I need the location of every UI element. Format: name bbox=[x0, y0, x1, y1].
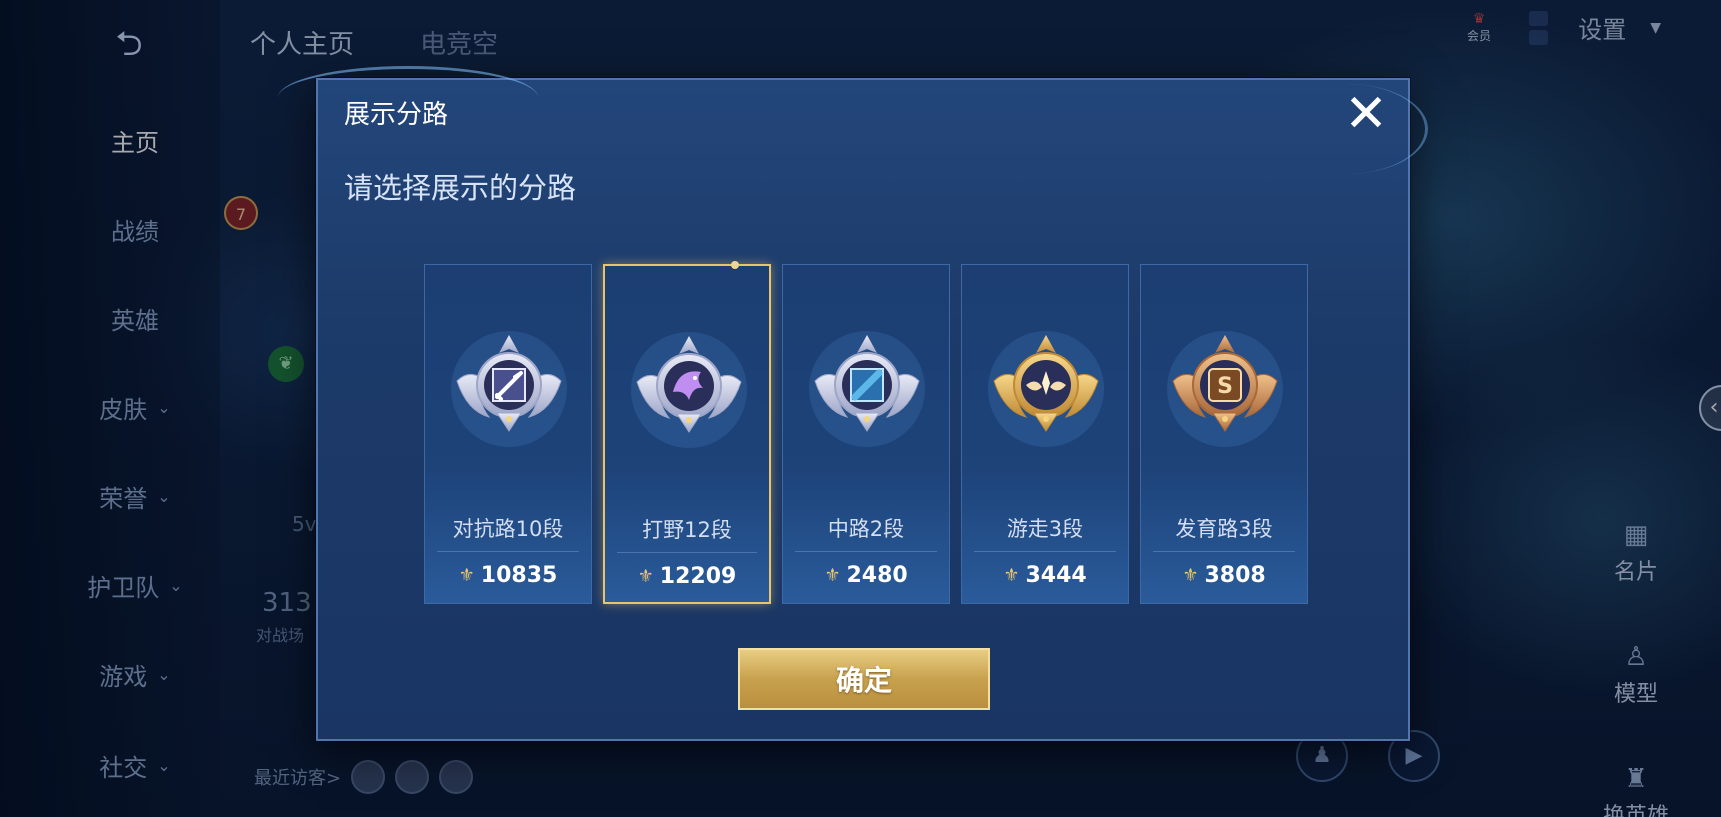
score-icon: ⚜ bbox=[458, 565, 475, 586]
lane-card-selected[interactable]: 打野12段 ⚜ 12209 bbox=[603, 261, 771, 604]
lane-score: ⚜ 3444 bbox=[1003, 563, 1087, 588]
sword-medal-icon bbox=[451, 331, 567, 447]
score-icon: ⚜ bbox=[637, 566, 654, 587]
lane-name: 中路2段 bbox=[827, 517, 905, 541]
lane-score: ⚜ 10835 bbox=[458, 563, 558, 588]
lane-cards: 对抗路10段 ⚜ 10835 打野12段 ⚜ 12209 中路2段 ⚜ 2480 游走… bbox=[424, 261, 1308, 604]
staff-medal-icon bbox=[809, 331, 925, 447]
lane-card[interactable]: 游走3段 ⚜ 3444 bbox=[961, 264, 1129, 604]
divider bbox=[1153, 551, 1295, 552]
lane-name: 发育路3段 bbox=[1175, 517, 1273, 541]
score-icon: ⚜ bbox=[824, 565, 841, 586]
confirm-button[interactable]: 确定 bbox=[738, 648, 990, 710]
divider bbox=[795, 551, 937, 552]
lane-name: 游走3段 bbox=[1006, 517, 1084, 541]
divider bbox=[617, 552, 757, 553]
divider bbox=[974, 551, 1116, 552]
close-icon[interactable]: ✕ bbox=[1338, 86, 1394, 142]
coin-medal-icon: S bbox=[1167, 331, 1283, 447]
lane-score: ⚜ 12209 bbox=[637, 564, 737, 589]
svg-text:S: S bbox=[1217, 374, 1233, 399]
lane-name: 打野12段 bbox=[642, 518, 732, 542]
lane-select-dialog: 展示分路 ✕ 请选择展示的分路 对抗路10段 ⚜ 10835 打野12段 ⚜ 122… bbox=[278, 66, 1428, 741]
lane-score: ⚜ 3808 bbox=[1182, 563, 1266, 588]
dragon-medal-icon bbox=[631, 332, 747, 448]
score-icon: ⚜ bbox=[1182, 565, 1199, 586]
dialog-subtitle: 请选择展示的分路 bbox=[344, 171, 577, 205]
divider bbox=[437, 551, 579, 552]
lane-card[interactable]: 中路2段 ⚜ 2480 bbox=[782, 264, 950, 604]
lane-card[interactable]: 对抗路10段 ⚜ 10835 bbox=[424, 264, 592, 604]
lane-card[interactable]: S 发育路3段 ⚜ 3808 bbox=[1140, 264, 1308, 604]
lane-name: 对抗路10段 bbox=[452, 517, 564, 541]
lane-score: ⚜ 2480 bbox=[824, 563, 908, 588]
dialog-title: 展示分路 bbox=[344, 100, 449, 130]
wings-medal-icon bbox=[988, 331, 1104, 447]
score-icon: ⚜ bbox=[1003, 565, 1020, 586]
